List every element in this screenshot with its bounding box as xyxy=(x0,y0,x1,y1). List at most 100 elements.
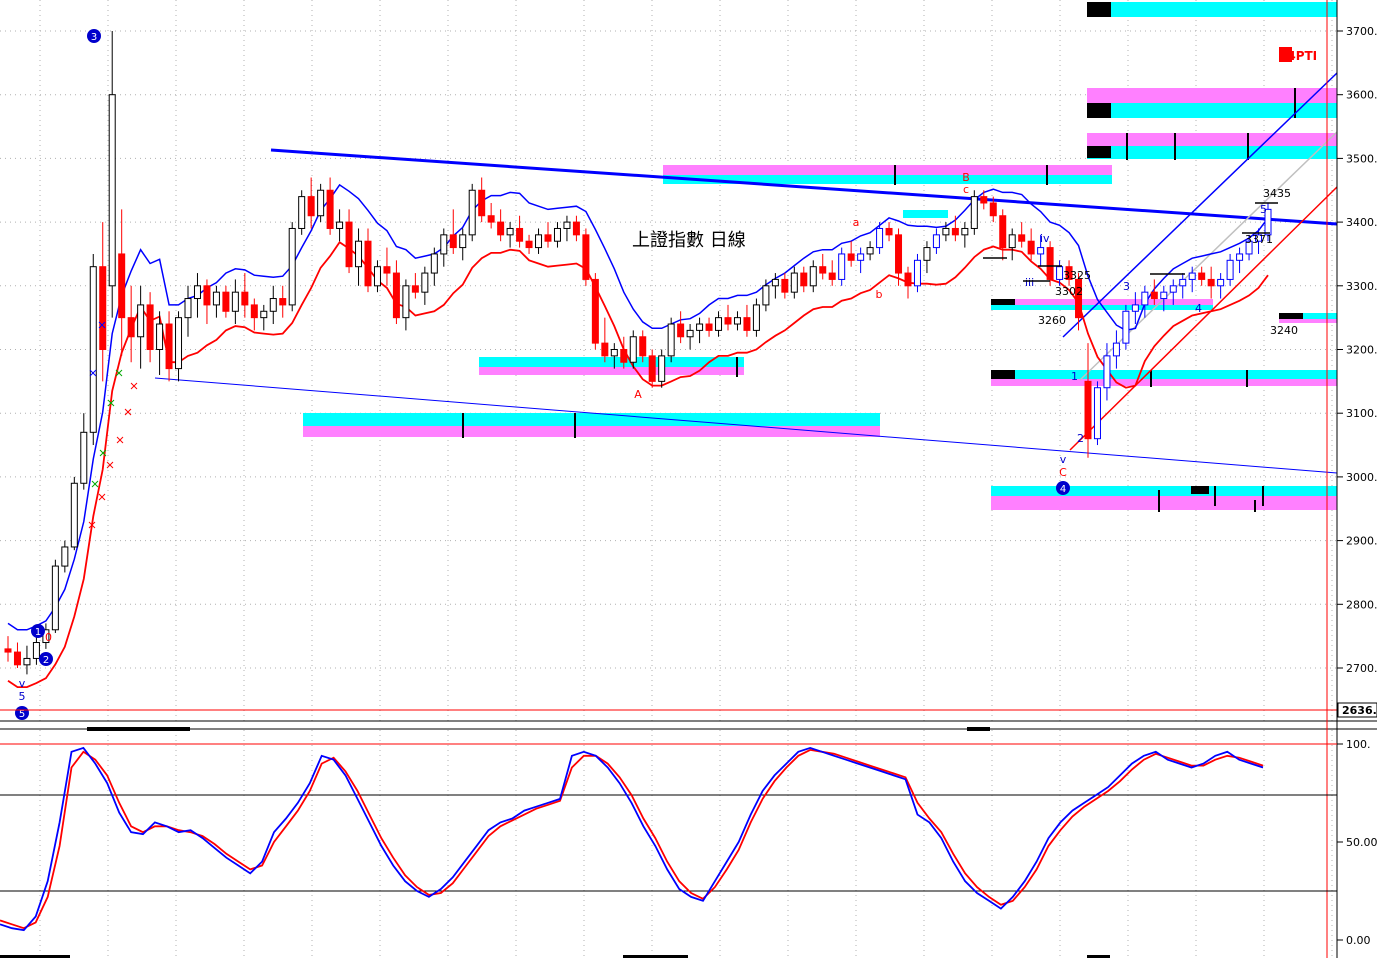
svg-text:4: 4 xyxy=(1060,484,1066,495)
candle xyxy=(951,215,959,242)
indicator-tag: 14PTI xyxy=(1279,49,1317,63)
candle-body xyxy=(648,355,656,382)
candle-body xyxy=(468,189,476,236)
candle-body xyxy=(582,234,590,280)
label-5: 5 xyxy=(19,690,26,703)
label-v: v xyxy=(19,677,26,690)
candle-body xyxy=(355,240,363,268)
candle xyxy=(70,476,78,551)
label-blue-5: 5 xyxy=(1260,203,1267,216)
candle xyxy=(165,311,173,382)
zone-bar xyxy=(663,165,1112,175)
osc-tick-label: 100. xyxy=(1346,738,1371,751)
candle-body xyxy=(923,247,931,261)
candle xyxy=(32,636,40,665)
candle-body xyxy=(999,215,1007,249)
candle xyxy=(336,209,344,242)
candle xyxy=(809,260,817,293)
candle xyxy=(686,324,694,350)
wave-circle-1: 1 xyxy=(31,624,45,638)
candle xyxy=(1217,273,1225,299)
candle xyxy=(260,304,268,331)
candle xyxy=(326,177,334,235)
candle xyxy=(355,228,363,286)
candle-body xyxy=(951,227,959,236)
candle xyxy=(449,209,457,254)
candle-body xyxy=(118,253,126,319)
candle xyxy=(525,234,533,254)
candle-body xyxy=(89,266,97,433)
candle xyxy=(212,285,220,318)
candle-body xyxy=(1084,380,1092,440)
candle-body xyxy=(752,304,760,331)
candle-body xyxy=(506,227,514,236)
price-tick-label: 2900. xyxy=(1346,535,1377,548)
support-resistance-zones xyxy=(303,2,1337,512)
oscillator-fast-line xyxy=(0,746,1264,932)
candle-body xyxy=(601,342,609,357)
candle-body xyxy=(260,310,268,319)
candle xyxy=(468,183,476,242)
candle xyxy=(1131,292,1139,325)
candle-body xyxy=(1027,240,1035,255)
candle-body xyxy=(838,253,846,280)
candle-body xyxy=(677,323,685,338)
candle-body xyxy=(32,642,40,659)
candle-body xyxy=(222,291,230,312)
zone-block xyxy=(1087,2,1111,17)
candle-body xyxy=(904,272,912,287)
price-tick-label: 3400. xyxy=(1346,216,1377,229)
candle-body xyxy=(857,253,865,261)
candle-body xyxy=(895,234,903,274)
candle xyxy=(222,285,230,318)
candle xyxy=(288,222,296,312)
candle-body xyxy=(13,651,21,666)
candle xyxy=(1122,304,1130,350)
candle xyxy=(999,209,1007,261)
candle-body xyxy=(1207,278,1215,287)
candle-body xyxy=(193,285,201,300)
candle-body xyxy=(1179,278,1187,287)
wave-circle-3: 3 xyxy=(87,29,101,43)
svg-text:3: 3 xyxy=(91,32,97,43)
candle xyxy=(89,253,97,446)
candle-body xyxy=(847,253,855,261)
candle xyxy=(838,247,846,286)
svg-text:5: 5 xyxy=(19,709,25,720)
candle xyxy=(241,273,249,318)
current-price-label: 2636. xyxy=(1342,704,1377,717)
price-tick-label: 3100. xyxy=(1346,407,1377,420)
candle xyxy=(99,222,107,382)
zone-block xyxy=(1191,486,1209,494)
candle xyxy=(535,228,543,254)
candle xyxy=(184,285,192,337)
candle xyxy=(857,247,865,274)
candle-body xyxy=(4,648,12,653)
candle xyxy=(61,540,69,573)
candle xyxy=(743,304,751,337)
candle xyxy=(658,349,666,388)
candle xyxy=(591,273,599,350)
candle-body xyxy=(449,234,457,249)
price-tick-label: 2700. xyxy=(1346,662,1377,675)
candle xyxy=(298,190,306,235)
zone-bar xyxy=(991,496,1337,510)
candle-body xyxy=(591,278,599,344)
candle-body xyxy=(497,221,505,236)
candle-body xyxy=(913,259,921,287)
osc-tick-label: 0.00 xyxy=(1346,934,1371,947)
candle xyxy=(904,266,912,299)
candle-body xyxy=(137,304,145,338)
cross-marker xyxy=(91,480,99,488)
label-iii: iii xyxy=(1025,276,1034,289)
candle xyxy=(307,177,315,229)
candle xyxy=(51,559,59,633)
label-b: b xyxy=(876,288,883,301)
candle-body xyxy=(1141,291,1149,306)
candle-body xyxy=(184,298,192,319)
candle xyxy=(553,222,561,248)
cross-marker xyxy=(116,436,124,444)
price-axis: 3700. 3600. 3500. 3400. 3300. 3200. 3100. 3000.… xyxy=(1337,25,1377,675)
candle-body xyxy=(99,266,107,350)
candle xyxy=(847,241,855,267)
